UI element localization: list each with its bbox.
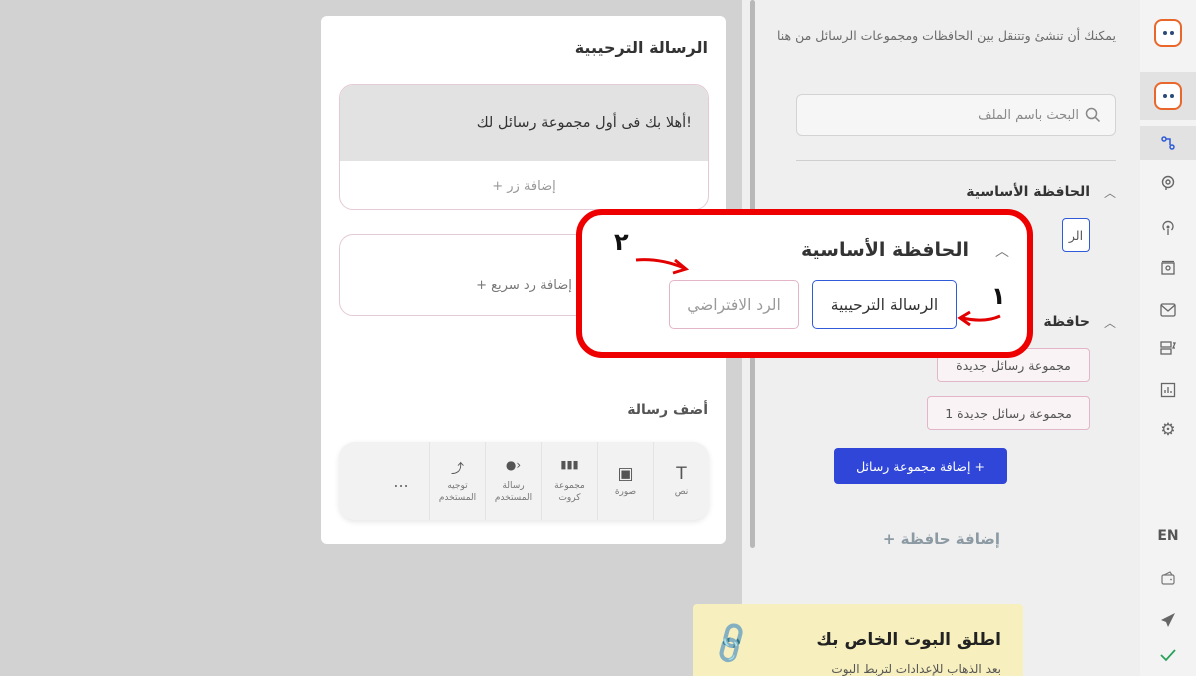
tool-label: رسالة المستخدم — [494, 481, 533, 503]
bot-logo-icon[interactable] — [1140, 72, 1196, 120]
divider — [796, 160, 1116, 161]
second-folder-title[interactable]: حافظة — [1043, 314, 1090, 330]
add-message-group-button[interactable]: إضافة مجموعة رسائل + — [834, 448, 1007, 484]
launch-subtitle: بعد الذهاب للإعدادات لتربط البوت — [831, 662, 1001, 676]
add-button-button[interactable]: + إضافة زر — [340, 161, 708, 209]
message-group-item[interactable]: مجموعة رسائل جديدة 1 — [927, 396, 1090, 430]
tool-label: توجيه المستخدم — [438, 481, 477, 503]
message-text[interactable]: أهلا بك فى أول مجموعة رسائل لك! — [340, 85, 708, 161]
search-icon — [1085, 107, 1101, 123]
bot-logo-icon[interactable] — [1140, 16, 1196, 50]
add-folder-button[interactable]: + إضافة حافظة — [883, 530, 1000, 548]
tool-image[interactable]: ▣ صورة — [597, 442, 653, 520]
redirect-user-icon: ⤴ — [450, 462, 464, 477]
default-reply-tab[interactable]: الرد الافتراضي — [669, 280, 799, 329]
launch-title: اطلق البوت الخاص بك — [816, 630, 1001, 650]
templates-icon[interactable] — [1140, 331, 1196, 365]
language-label: EN — [1157, 528, 1179, 544]
message-block[interactable]: أهلا بك فى أول مجموعة رسائل لك! + إضافة … — [339, 84, 709, 210]
image-icon: ▣ — [617, 464, 634, 484]
search-input[interactable]: البحث باسم الملف — [796, 94, 1116, 136]
brain-icon[interactable] — [1140, 166, 1196, 200]
annotation-number-1: ١ — [991, 282, 1006, 310]
panel-description: يمكنك أن تنشئ وتتنقل بين الحافظات ومجموع… — [776, 28, 1116, 43]
welcome-message-tab[interactable]: الرسالة الترحيبية — [812, 280, 957, 329]
more-tools-button[interactable]: ... — [373, 442, 429, 520]
tool-label: نص — [674, 487, 689, 497]
tool-label: مجموعة كروت — [554, 481, 585, 503]
search-placeholder: البحث باسم الملف — [978, 107, 1079, 123]
link-icon: 🔗 — [706, 619, 757, 668]
chevron-up-icon[interactable]: ︿ — [1104, 184, 1116, 201]
zoom-callout: الحافظة الأساسية ︿ الرسالة الترحيبية الر… — [576, 209, 1033, 358]
cards-icon: ▮▮▮ — [560, 458, 579, 471]
broadcast-icon[interactable] — [1140, 211, 1196, 245]
folder-tag[interactable]: الر — [1062, 218, 1090, 252]
tool-cards[interactable]: ▮▮▮ مجموعة كروت — [541, 442, 597, 520]
text-icon: T — [676, 464, 687, 484]
check-icon[interactable] — [1140, 638, 1196, 672]
main-folder-title[interactable]: الحافظة الأساسية — [966, 184, 1090, 200]
tool-user-message[interactable]: ●› رسالة المستخدم — [485, 442, 541, 520]
annotation-number-2: ٢ — [614, 228, 629, 256]
analytics-icon[interactable] — [1140, 373, 1196, 407]
settings-gear-icon[interactable]: ⚙ — [1140, 413, 1196, 447]
tool-text[interactable]: T نص — [653, 442, 709, 520]
user-message-icon: ●› — [505, 458, 522, 472]
chevron-up-icon: ︿ — [995, 244, 1009, 260]
contacts-icon[interactable] — [1140, 251, 1196, 285]
add-message-label: أضف رسالة — [627, 402, 708, 418]
chevron-up-icon[interactable]: ︿ — [1104, 314, 1116, 331]
tool-label: صورة — [614, 487, 637, 497]
flow-icon[interactable] — [1140, 126, 1196, 160]
mail-icon[interactable] — [1140, 293, 1196, 327]
wallet-icon[interactable] — [1140, 561, 1196, 595]
launch-bot-banner[interactable]: اطلق البوت الخاص بك بعد الذهاب للإعدادات… — [693, 604, 1023, 676]
card-title: الرسالة الترحيبية — [574, 38, 708, 57]
language-toggle[interactable]: EN — [1140, 519, 1196, 553]
message-type-toolbar: T نص ▣ صورة ▮▮▮ مجموعة كروت ●› رسالة الم… — [339, 442, 709, 520]
tool-redirect-user[interactable]: ⤴ توجيه المستخدم — [429, 442, 485, 520]
callout-folder-title: الحافظة الأساسية — [800, 239, 969, 261]
icon-sidebar: ⚙ EN — [1140, 0, 1196, 676]
send-icon[interactable] — [1140, 603, 1196, 637]
